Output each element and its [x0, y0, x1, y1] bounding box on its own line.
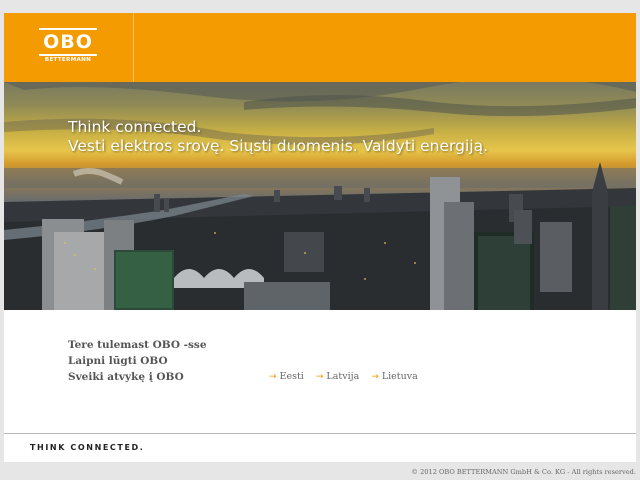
language-selector: → Eesti → Latvija → Lietuva	[269, 371, 427, 382]
welcome-latvian: Laipni lūgti OBO	[68, 355, 168, 367]
language-link-eesti[interactable]: → Eesti	[269, 371, 304, 382]
language-link-lietuva[interactable]: → Lietuva	[371, 371, 417, 382]
header-bar: OBO BETTERMANN	[4, 13, 636, 82]
tagline-line2: Vesti elektros srovę. Siųsti duomenis. V…	[68, 137, 489, 155]
language-label: Lietuva	[381, 371, 418, 382]
city-skyline-image	[4, 82, 636, 310]
hero-banner: Think connected. Vesti elektros srovę. S…	[4, 82, 636, 310]
arrow-right-icon: →	[315, 372, 324, 382]
welcome-estonian: Tere tulemast OBO -sse	[68, 339, 207, 351]
footer-slogan: THINK CONNECTED.	[30, 443, 145, 452]
language-label: Latvija	[326, 371, 360, 382]
logo[interactable]: OBO BETTERMANN	[4, 13, 134, 82]
tagline: Think connected. Vesti elektros srovę. S…	[68, 118, 488, 156]
language-link-latvija[interactable]: → Latvija	[316, 371, 359, 382]
arrow-right-icon: →	[371, 372, 379, 382]
language-label: Eesti	[279, 371, 304, 382]
welcome-lithuanian: Sveiki atvykę į OBO	[68, 371, 184, 383]
copyright-text: © 2012 OBO BETTERMANN GmbH & Co. KG - Al…	[411, 468, 636, 476]
arrow-right-icon: →	[269, 372, 277, 382]
footer-divider	[4, 433, 636, 434]
tagline-line1: Think connected.	[68, 118, 202, 136]
logo-bettermann-text: BETTERMANN	[44, 57, 92, 63]
page-frame: OBO BETTERMANN Think connected. Vesti el…	[4, 13, 636, 462]
welcome-messages: Tere tulemast OBO -sse Laipni lūgti OBO …	[68, 337, 207, 385]
logo-obo-text: OBO	[39, 28, 97, 56]
